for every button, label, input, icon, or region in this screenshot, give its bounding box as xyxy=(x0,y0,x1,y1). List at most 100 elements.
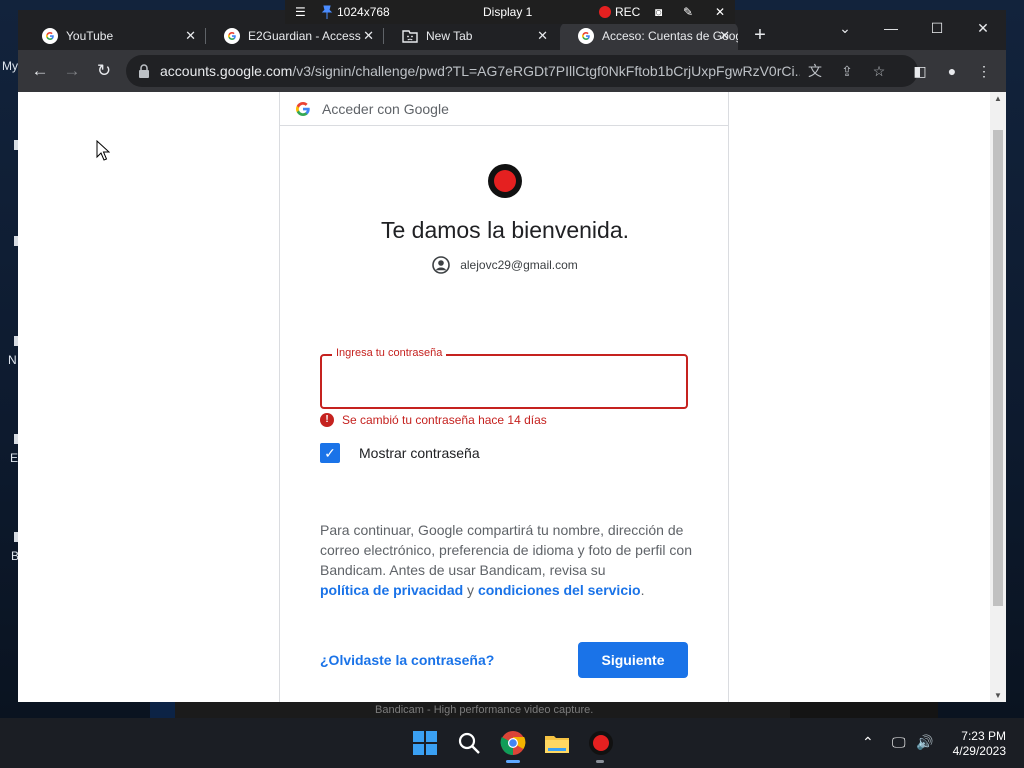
scroll-up-icon[interactable]: ▲ xyxy=(993,94,1003,103)
error-text: Se cambió tu contraseña hace 14 días xyxy=(342,413,547,427)
remote-display-bar: ☰ 1024x768 Display 1 REC ◙ ✎ ✕ xyxy=(285,0,735,24)
close-icon[interactable]: ✕ xyxy=(537,28,548,44)
tab-youtube[interactable]: YouTube ✕ xyxy=(24,22,204,50)
running-app-indicator xyxy=(596,760,604,763)
google-icon xyxy=(42,28,58,44)
google-icon xyxy=(224,28,240,44)
desktop-icon-label: E xyxy=(10,451,19,465)
page-scrollbar[interactable]: ▲ ▼ xyxy=(990,92,1006,702)
url-path: /v3/signin/challenge/pwd?TL=AG7eRGDt7PIl… xyxy=(292,63,800,79)
mouse-cursor-icon xyxy=(96,140,110,161)
tab-title: Acceso: Cuentas de Google xyxy=(602,29,738,43)
side-panel-icon[interactable]: ◧ xyxy=(910,61,930,81)
reload-button[interactable]: ↻ xyxy=(93,60,115,82)
new-tab-button[interactable]: + xyxy=(748,24,772,48)
back-button[interactable]: ← xyxy=(29,60,51,82)
password-label: Ingresa tu contraseña xyxy=(332,347,447,359)
scroll-down-icon[interactable]: ▼ xyxy=(993,691,1003,700)
welcome-heading: Te damos la bienvenida. xyxy=(380,217,630,243)
tab-title: E2Guardian - Access xyxy=(248,29,361,43)
bandicam-status-strip: Bandicam - High performance video captur… xyxy=(175,702,790,718)
bandicam-icon[interactable] xyxy=(588,730,614,756)
close-icon[interactable]: ✕ xyxy=(363,28,374,44)
search-icon[interactable] xyxy=(456,730,482,756)
file-explorer-icon[interactable] xyxy=(544,730,570,756)
account-chip[interactable]: alejovc29@gmail.com xyxy=(280,256,730,274)
page-viewport: Acceder con Google Te damos la bienvenid… xyxy=(18,92,1006,702)
address-bar[interactable]: accounts.google.com/v3/signin/challenge/… xyxy=(126,55,918,87)
password-input[interactable] xyxy=(334,370,674,394)
password-field[interactable]: Ingresa tu contraseña xyxy=(320,347,688,409)
signin-header-title: Acceder con Google xyxy=(322,100,449,117)
clock-date: 4/29/2023 xyxy=(952,744,1006,758)
signin-card: Acceder con Google Te damos la bienvenid… xyxy=(279,92,729,702)
close-icon[interactable]: ✕ xyxy=(715,5,725,19)
privacy-policy-link[interactable]: política de privacidad xyxy=(320,582,463,598)
remote-resolution: 1024x768 xyxy=(321,5,390,19)
account-circle-icon xyxy=(432,256,451,274)
error-icon: ! xyxy=(320,413,334,427)
browser-toolbar: ← → ↻ accounts.google.com/v3/signin/chal… xyxy=(18,50,1006,92)
chrome-icon[interactable] xyxy=(500,730,526,756)
checkbox-checked-icon[interactable]: ✓ xyxy=(320,443,340,463)
forward-button[interactable]: → xyxy=(61,60,83,82)
record-dot-icon xyxy=(599,6,611,18)
consent-end: . xyxy=(640,582,645,598)
google-icon xyxy=(578,28,594,44)
consent-text: Para continuar, Google compartirá tu nom… xyxy=(320,520,695,600)
menu-kebab-icon[interactable]: ⋮ xyxy=(974,61,994,81)
sad-tab-icon xyxy=(402,30,418,43)
browser-window: YouTube ✕ E2Guardian - Access ✕ New Tab … xyxy=(18,10,1006,702)
profile-icon[interactable]: ● xyxy=(942,61,962,81)
url-text: accounts.google.com/v3/signin/challenge/… xyxy=(160,63,800,79)
show-password-toggle[interactable]: ✓ Mostrar contraseña xyxy=(320,443,480,463)
signin-header: Acceder con Google xyxy=(280,92,728,126)
password-error: ! Se cambió tu contraseña hace 14 días xyxy=(320,413,547,427)
bandicam-strip-text: Bandicam - High performance video captur… xyxy=(375,704,594,716)
close-window-button[interactable]: ✕ xyxy=(960,14,1006,42)
active-app-indicator xyxy=(506,760,520,763)
consent-body: Para continuar, Google compartirá tu nom… xyxy=(320,522,692,578)
clock-time: 7:23 PM xyxy=(961,729,1006,743)
hamburger-icon[interactable]: ☰ xyxy=(295,5,306,19)
bookmark-star-icon[interactable]: ☆ xyxy=(870,62,888,80)
share-icon[interactable]: ⇪ xyxy=(838,62,856,80)
maximize-button[interactable]: ☐ xyxy=(914,14,960,42)
next-button[interactable]: Siguiente xyxy=(578,642,688,678)
pin-icon[interactable] xyxy=(321,5,333,19)
terms-of-service-link[interactable]: condiciones del servicio xyxy=(478,582,641,598)
rec-indicator[interactable]: REC xyxy=(599,5,640,19)
desktop-strip xyxy=(150,702,175,718)
bandicam-strip-controls xyxy=(790,702,938,718)
volume-icon[interactable]: 🔊 xyxy=(916,734,933,751)
lock-icon xyxy=(139,64,149,78)
close-icon[interactable]: ✕ xyxy=(185,28,196,44)
desktop-icon-label: N xyxy=(8,353,17,367)
google-g-icon xyxy=(296,101,310,116)
tab-search-icon[interactable]: ⌄ xyxy=(822,14,868,42)
forgot-password-link[interactable]: ¿Olvidaste la contraseña? xyxy=(320,652,494,668)
tab-new-tab[interactable]: New Tab ✕ xyxy=(384,22,556,50)
desktop-icon-label: My xyxy=(2,59,18,73)
network-icon[interactable]: 🖵 xyxy=(892,734,906,751)
windows-start-icon[interactable] xyxy=(412,730,438,756)
tab-google-accounts[interactable]: Acceso: Cuentas de Google ✕ xyxy=(560,22,738,50)
chevron-up-icon[interactable]: ⌃ xyxy=(862,734,874,751)
tab-title: YouTube xyxy=(66,29,114,43)
resolution-text: 1024x768 xyxy=(337,5,390,19)
camera-icon[interactable]: ◙ xyxy=(655,5,662,19)
taskbar: ⌃ 🖵 🔊 7:23 PM 4/29/2023 xyxy=(0,718,1024,768)
account-email: alejovc29@gmail.com xyxy=(460,258,578,272)
minimize-button[interactable]: — xyxy=(868,14,914,42)
translate-icon[interactable]: 文 xyxy=(806,62,824,80)
pencil-icon[interactable]: ✎ xyxy=(683,5,693,19)
tab-e2guardian[interactable]: E2Guardian - Access ✕ xyxy=(206,22,382,50)
scrollbar-thumb[interactable] xyxy=(993,130,1003,606)
bandicam-logo xyxy=(488,164,522,198)
url-host: accounts.google.com xyxy=(160,63,293,79)
show-password-label: Mostrar contraseña xyxy=(359,445,480,461)
rec-label: REC xyxy=(615,5,641,19)
display-name: Display 1 xyxy=(483,5,533,19)
close-icon[interactable]: ✕ xyxy=(719,28,730,44)
system-clock[interactable]: 7:23 PM 4/29/2023 xyxy=(953,729,1006,759)
